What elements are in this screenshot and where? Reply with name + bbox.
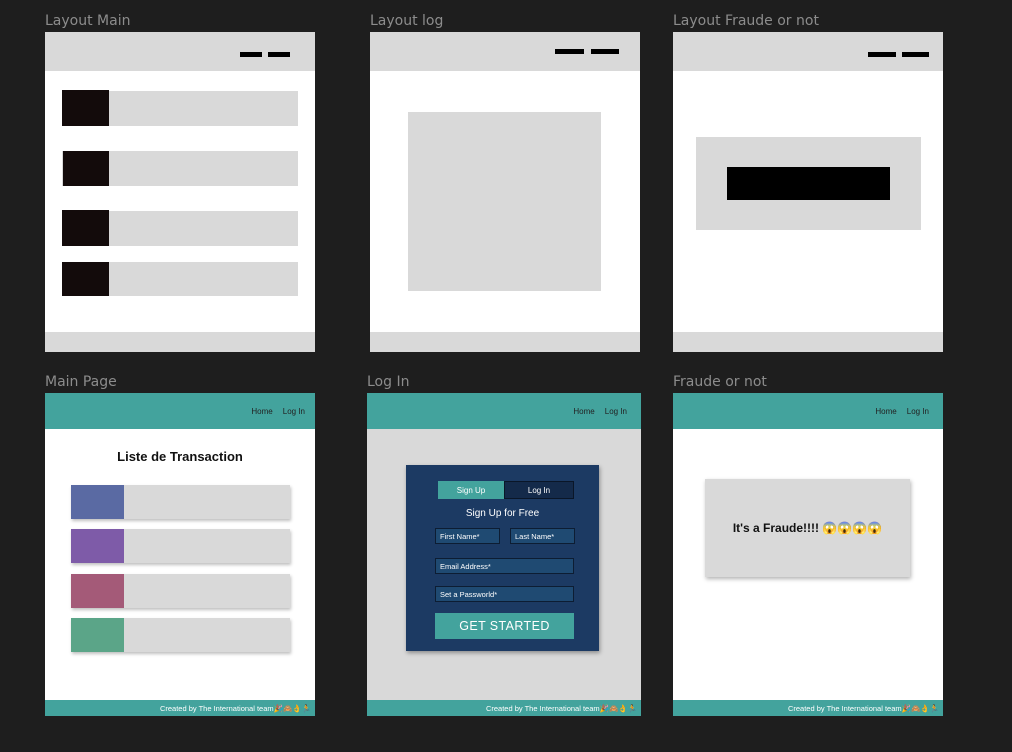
wireframe-row-image xyxy=(62,90,109,126)
footer-credit: Created by The International team🎉🙈👌🏃 xyxy=(673,700,943,716)
wireframe-form-placeholder xyxy=(408,112,601,291)
wireframe-row-image xyxy=(62,262,109,296)
password-field[interactable]: Set a Passworld* xyxy=(435,586,574,602)
footer-credit: Created by The International team🎉🙈👌🏃 xyxy=(367,700,641,716)
frame-label-layout-main: Layout Main xyxy=(45,13,131,29)
wireframe-footer xyxy=(370,332,640,352)
wireframe-nav-placeholder xyxy=(555,49,584,54)
frame-fraude-or-not[interactable]: Home Log In It's a Fraude!!!! 😱😱😱😱 Creat… xyxy=(673,393,943,716)
wireframe-nav-placeholder xyxy=(268,52,290,57)
signup-form: Sign Up Log In Sign Up for Free First Na… xyxy=(406,465,599,651)
frame-main-page[interactable]: Home Log In Liste de Transaction Created… xyxy=(45,393,315,716)
transaction-swatch xyxy=(71,574,124,608)
wireframe-nav-placeholder xyxy=(240,52,262,57)
wireframe-result-text xyxy=(727,167,890,200)
transaction-row[interactable] xyxy=(71,529,290,563)
last-name-field[interactable]: Last Name* xyxy=(510,528,575,544)
transaction-row[interactable] xyxy=(71,485,290,519)
footer-credit: Created by The International team🎉🙈👌🏃 xyxy=(45,700,315,716)
nav-login-link[interactable]: Log In xyxy=(907,407,929,416)
frame-layout-fraude[interactable] xyxy=(673,32,943,352)
transaction-swatch xyxy=(71,618,124,652)
wireframe-footer xyxy=(45,332,315,352)
tab-login[interactable]: Log In xyxy=(504,481,574,499)
transaction-row[interactable] xyxy=(71,618,290,652)
frame-label-log-in: Log In xyxy=(367,374,410,390)
get-started-button[interactable]: GET STARTED xyxy=(435,613,574,639)
frame-log-in[interactable]: Home Log In Sign Up Log In Sign Up for F… xyxy=(367,393,641,716)
form-heading: Sign Up for Free xyxy=(465,508,540,519)
fraud-result-card: It's a Fraude!!!! 😱😱😱😱 xyxy=(705,479,910,577)
tab-signup[interactable]: Sign Up xyxy=(438,481,504,499)
top-nav: Home Log In xyxy=(875,393,929,429)
nav-home-link[interactable]: Home xyxy=(875,407,896,416)
wireframe-row-image xyxy=(62,210,109,246)
frame-layout-log[interactable] xyxy=(370,32,640,352)
nav-home-link[interactable]: Home xyxy=(573,407,594,416)
top-nav: Home Log In xyxy=(251,393,305,429)
transaction-swatch xyxy=(71,529,124,563)
fraud-result-message: It's a Fraude!!!! 😱😱😱😱 xyxy=(732,521,883,535)
transaction-row[interactable] xyxy=(71,574,290,608)
email-field[interactable]: Email Address* xyxy=(435,558,574,574)
nav-home-link[interactable]: Home xyxy=(251,407,272,416)
wireframe-nav-placeholder xyxy=(868,52,896,57)
frame-label-layout-log: Layout log xyxy=(370,13,444,29)
top-nav: Home Log In xyxy=(573,393,627,429)
first-name-field[interactable]: First Name* xyxy=(435,528,500,544)
wireframe-footer xyxy=(673,332,943,352)
page-title: Liste de Transaction xyxy=(117,449,243,464)
nav-login-link[interactable]: Log In xyxy=(283,407,305,416)
frame-label-main-page: Main Page xyxy=(45,374,117,390)
wireframe-row-image xyxy=(63,151,109,186)
nav-login-link[interactable]: Log In xyxy=(605,407,627,416)
wireframe-nav-placeholder xyxy=(902,52,929,57)
frame-label-layout-fraude: Layout Fraude or not xyxy=(673,13,819,29)
transaction-swatch xyxy=(71,485,124,519)
frame-layout-main[interactable] xyxy=(45,32,315,352)
frame-label-fraude-or-not: Fraude or not xyxy=(673,374,767,390)
wireframe-nav-placeholder xyxy=(591,49,619,54)
